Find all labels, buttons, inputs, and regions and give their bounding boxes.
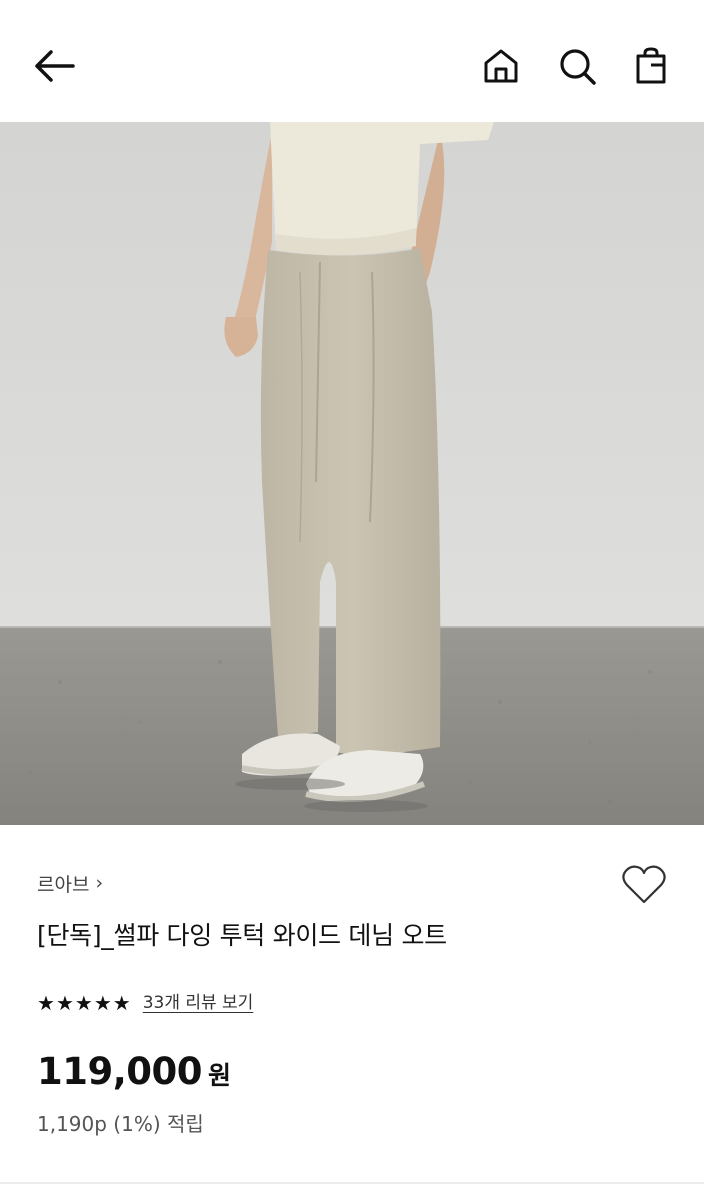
heart-outline-icon <box>622 865 666 904</box>
star-icon: ★ <box>55 991 74 1015</box>
search-icon <box>560 49 596 85</box>
price-currency: 원 <box>208 1061 232 1090</box>
product-title: [단독]_썰파 다잉 투턱 와이드 데님 오트 <box>37 921 447 950</box>
star-icon: ★ <box>93 991 112 1015</box>
wishlist-button[interactable] <box>618 860 670 908</box>
shopping-bag-icon <box>636 47 666 84</box>
star-rating: ★ ★ ★ ★ ★ <box>37 990 131 1016</box>
price-row: 119,000 원 <box>37 1050 231 1093</box>
home-button[interactable] <box>478 42 524 90</box>
rating-row: ★ ★ ★ ★ ★ 33개 리뷰 보기 <box>37 990 253 1016</box>
star-icon: ★ <box>37 991 55 1015</box>
chevron-right-icon: › <box>95 872 104 894</box>
star-icon: ★ <box>112 991 131 1015</box>
product-photo <box>0 122 704 825</box>
back-arrow-icon <box>35 50 75 82</box>
review-link[interactable]: 33개 리뷰 보기 <box>143 990 254 1016</box>
product-image[interactable] <box>0 122 704 825</box>
top-app-bar <box>0 0 704 122</box>
search-button[interactable] <box>554 42 600 90</box>
brand-name: 르아브 <box>37 873 90 896</box>
home-icon <box>484 49 518 83</box>
divider <box>0 1182 704 1184</box>
brand-link[interactable]: 르아브 › <box>37 868 103 898</box>
back-button[interactable] <box>28 42 80 90</box>
cart-button[interactable] <box>628 42 674 90</box>
price-value: 119,000 <box>37 1050 203 1093</box>
reward-points: 1,190p (1%) 적립 <box>37 1112 204 1136</box>
star-icon: ★ <box>74 991 93 1015</box>
